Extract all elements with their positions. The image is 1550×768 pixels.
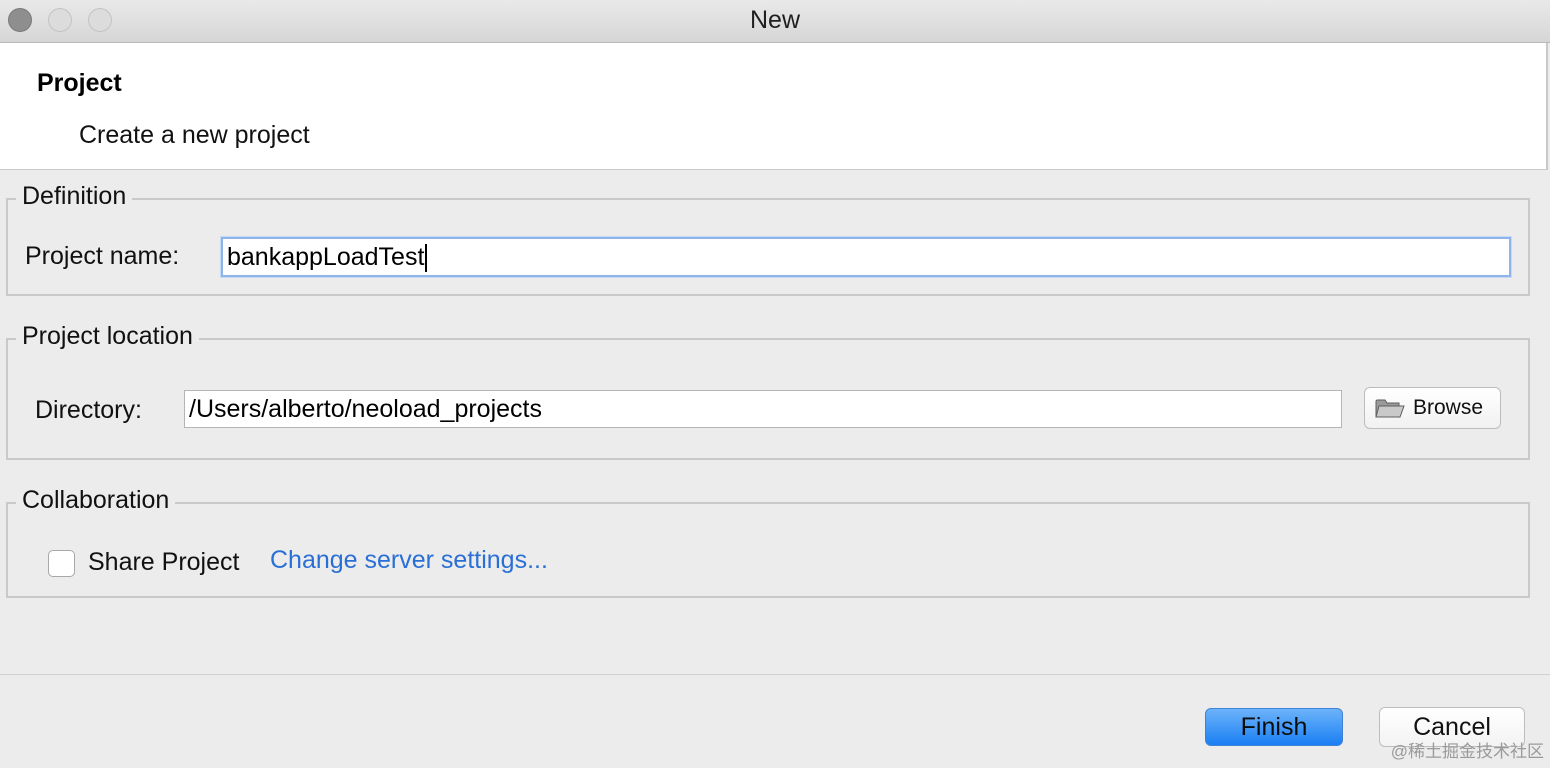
directory-value: /Users/alberto/neoload_projects (189, 395, 542, 423)
collaboration-group: Collaboration Share Project Change serve… (6, 486, 1530, 598)
browse-button[interactable]: Browse (1364, 387, 1501, 429)
project-name-value: bankappLoadTest (227, 243, 425, 271)
change-server-settings-link[interactable]: Change server settings... (270, 546, 548, 575)
share-project-label[interactable]: Share Project (88, 548, 239, 577)
browse-button-label: Browse (1413, 396, 1484, 419)
finish-button[interactable]: Finish (1205, 708, 1343, 746)
definition-group-legend: Definition (16, 182, 133, 211)
folder-open-icon (1375, 399, 1405, 418)
project-location-group-legend: Project location (16, 322, 199, 351)
definition-group: Definition Project name: bankappLoadTest (6, 182, 1530, 296)
watermark: @稀土掘金技术社区 (1390, 742, 1544, 761)
window-title: New (749, 6, 800, 34)
footer-separator (0, 674, 1550, 675)
wizard-page-description: Create a new project (79, 121, 310, 149)
project-name-input[interactable]: bankappLoadTest (221, 237, 1511, 277)
share-project-checkbox[interactable] (48, 550, 75, 577)
wizard-header: Project Create a new project (0, 43, 1548, 170)
directory-input[interactable]: /Users/alberto/neoload_projects (184, 390, 1342, 428)
directory-label: Directory: (35, 396, 142, 424)
collaboration-group-legend: Collaboration (16, 486, 176, 515)
project-name-label: Project name: (25, 242, 180, 270)
project-location-group: Project location Directory: /Users/alber… (6, 322, 1530, 460)
title-bar: New (0, 0, 1550, 43)
new-project-dialog: New Project Create a new project Definit… (0, 0, 1550, 768)
text-caret (425, 244, 428, 273)
wizard-page-title: Project (37, 69, 122, 97)
